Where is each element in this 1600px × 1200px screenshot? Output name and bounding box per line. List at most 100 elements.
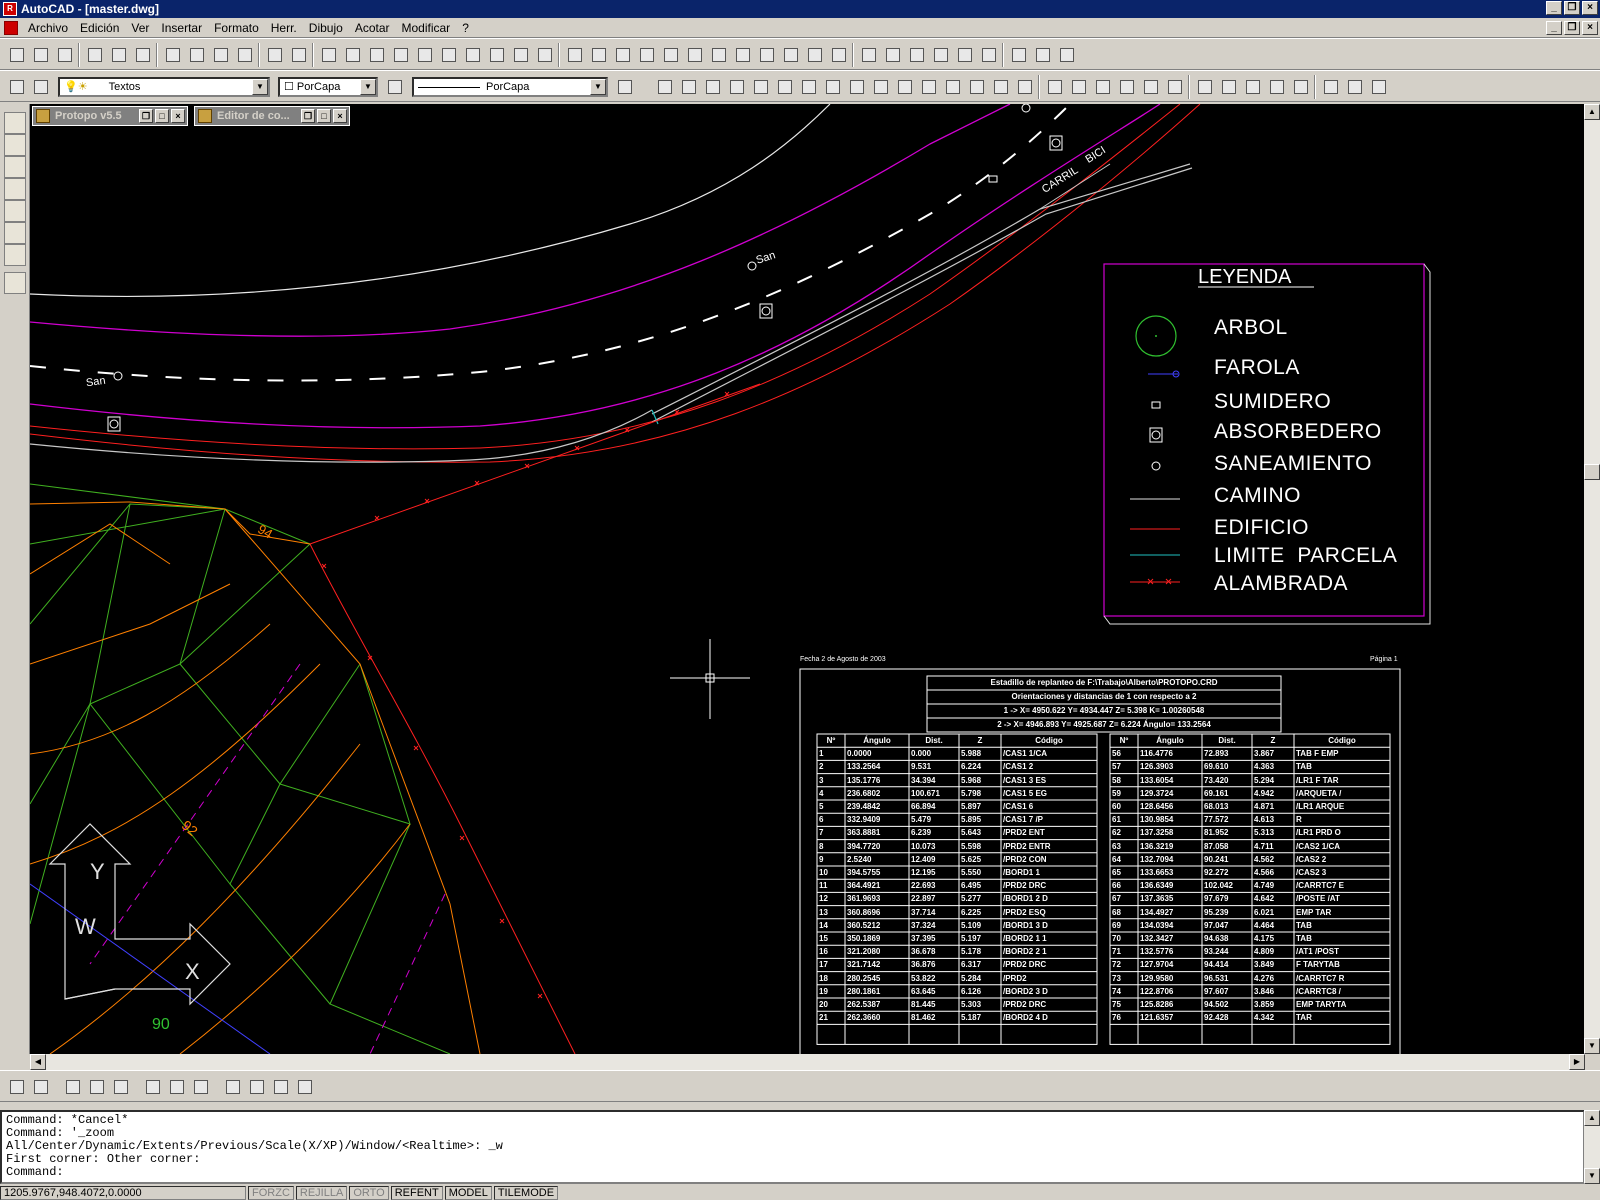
menu-edicion[interactable]: Edición [74,21,125,35]
maximize-icon[interactable]: □ [155,109,169,123]
zoom-window-icon[interactable] [510,44,532,66]
vertical-scroll-thumb[interactable] [1584,464,1600,480]
hatch-icon[interactable] [978,44,1000,66]
save-icon[interactable] [30,1076,52,1098]
osnap-center-icon[interactable] [1164,76,1186,98]
osnap-quadrant-icon[interactable] [1194,76,1216,98]
protopo-xyz-icon[interactable] [4,112,26,134]
zoom-prev-icon[interactable] [534,44,556,66]
fillet-icon[interactable] [612,44,634,66]
menu-modificar[interactable]: Modificar [396,21,457,35]
stretch-icon[interactable] [780,44,802,66]
osnap-nearest-icon[interactable] [1320,76,1342,98]
xyz-icon[interactable] [1056,44,1078,66]
insert-icon[interactable] [390,44,412,66]
drawing-canvas[interactable]: Y W X San San CARRIL BICI 94 92 90 LEYEN… [30,104,1585,1054]
protopo-terrain-icon[interactable] [4,134,26,156]
command-line[interactable]: Command: *Cancel* Command: '_zoom All/Ce… [0,1110,1585,1184]
help-icon[interactable] [564,44,586,66]
menu-help[interactable]: ? [456,21,475,35]
status-toggle-forzc[interactable]: FORZC [248,1186,294,1200]
point-icon[interactable] [942,76,964,98]
command-scrollbar[interactable]: ▲ ▼ [1584,1110,1600,1184]
horizontal-scrollbar[interactable]: ◀ ▶ [30,1054,1585,1070]
open-icon[interactable] [30,44,52,66]
break-icon[interactable] [882,44,904,66]
layer-props-icon[interactable] [62,1076,84,1098]
close-icon[interactable]: × [333,109,347,123]
doc-restore-button[interactable]: ❐ [1564,21,1580,35]
distance-icon[interactable] [142,1076,164,1098]
zoom-in-icon[interactable] [222,1076,244,1098]
osnap-apparent-icon[interactable] [1140,76,1162,98]
dim-icon[interactable] [954,44,976,66]
menu-archivo[interactable]: Archivo [22,21,74,35]
osnap-node-icon[interactable] [1290,76,1312,98]
maximize-icon[interactable]: □ [317,109,331,123]
area-icon[interactable] [166,1076,188,1098]
snap-icon[interactable] [86,1076,108,1098]
line-icon[interactable] [654,76,676,98]
scroll-down-icon[interactable]: ▼ [1584,1038,1600,1054]
menu-herr[interactable]: Herr. [265,21,303,35]
preview-icon[interactable] [108,44,130,66]
chevron-down-icon[interactable]: ▼ [252,79,268,95]
region-icon[interactable] [990,76,1012,98]
protopo-points-icon[interactable] [4,244,26,266]
osnap-perpendicular-icon[interactable] [1242,76,1264,98]
minimize-button[interactable]: _ [1546,1,1562,15]
block-icon[interactable] [1008,44,1030,66]
print-icon[interactable] [84,44,106,66]
line-edit-icon[interactable] [588,44,610,66]
doc-close-button[interactable]: × [1582,21,1598,35]
menu-dibujo[interactable]: Dibujo [303,21,349,35]
scroll-left-icon[interactable]: ◀ [30,1054,46,1070]
protopo-grid-icon[interactable] [4,156,26,178]
offset-icon[interactable] [660,44,682,66]
protopo-window[interactable]: Protopo v5.5 ❐ □ × [32,106,188,126]
protopo-section-icon[interactable] [4,222,26,244]
osnap-none-icon[interactable] [1344,76,1366,98]
status-toggle-refent[interactable]: REFENT [390,1186,443,1200]
link-icon[interactable] [318,44,340,66]
hatch-icon[interactable] [966,76,988,98]
doc-minimize-button[interactable]: _ [1546,21,1562,35]
vertical-scrollbar[interactable]: ▲ ▼ [1584,104,1600,1054]
construction-line-icon[interactable] [678,76,700,98]
document-icon[interactable] [4,20,18,35]
status-toggle-rejilla[interactable]: REJILLA [295,1186,348,1200]
linetype-manager-icon[interactable] [384,76,406,98]
make-block-icon[interactable] [918,76,940,98]
match-icon[interactable] [234,44,256,66]
redo-icon[interactable] [288,44,310,66]
menu-acotar[interactable]: Acotar [349,21,396,35]
polygon-icon[interactable] [750,76,772,98]
mirror-icon[interactable] [636,44,658,66]
list-icon[interactable] [190,1076,212,1098]
scroll-down-icon[interactable]: ▼ [1584,1168,1600,1184]
osnap-endpoint-icon[interactable] [1068,76,1090,98]
extend-icon[interactable] [858,44,880,66]
spell-icon[interactable] [132,44,154,66]
status-toggle-model[interactable]: MODEL [444,1186,492,1200]
autocad-app-icon[interactable]: R [3,2,17,16]
chevron-down-icon[interactable]: ▼ [590,79,606,95]
layer-select[interactable]: 💡☀ Textos ▼ [58,77,270,97]
trim-icon[interactable] [828,44,850,66]
pen-icon[interactable] [438,44,460,66]
ellipse-icon[interactable] [870,76,892,98]
osnap-icon[interactable] [366,44,388,66]
osnap-midpoint-icon[interactable] [1092,76,1114,98]
status-toggle-tilemode[interactable]: TILEMODE [493,1186,559,1200]
scale-icon[interactable] [756,44,778,66]
cut-icon[interactable] [162,44,184,66]
layers-icon[interactable] [6,76,28,98]
named-views-icon[interactable] [110,1076,132,1098]
move-icon[interactable] [708,44,730,66]
block-insert-icon[interactable] [894,76,916,98]
copy-icon[interactable] [186,44,208,66]
zoom-out-icon[interactable] [246,1076,268,1098]
menu-formato[interactable]: Formato [208,21,265,35]
protopo-network-icon[interactable] [4,200,26,222]
linetype-select[interactable]: PorCapa ▼ [412,77,608,97]
